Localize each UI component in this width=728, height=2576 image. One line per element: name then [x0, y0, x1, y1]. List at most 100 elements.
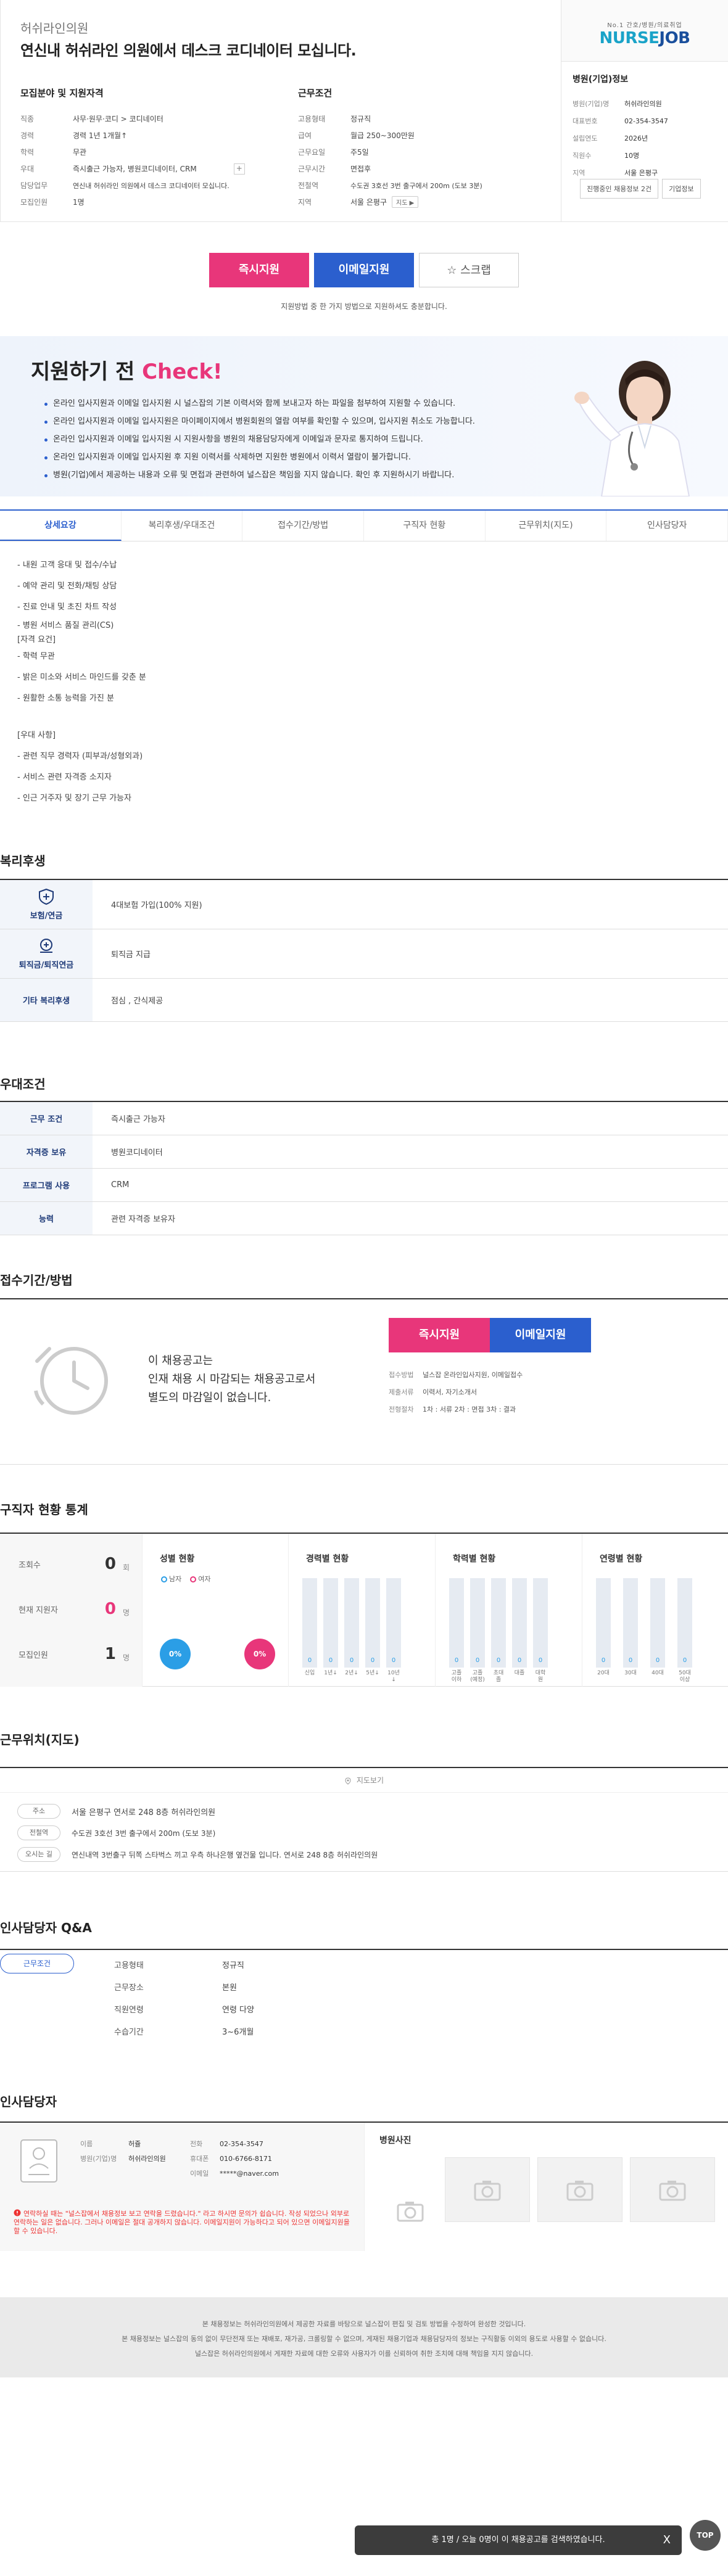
manager-title: 인사담당자 [0, 2094, 57, 2109]
manager-mobile-key: 휴대폰 [190, 2155, 209, 2163]
manager-mobile[interactable]: 010-6766-8171 [220, 2155, 281, 2163]
career-bar: 0 신입 [302, 1578, 317, 1684]
tab-location[interactable]: 근무위치(지도) [486, 511, 607, 541]
apply-area: 즉시지원 이메일지원 ☆ 스크랩 지원방법 중 한 가지 방법으로 지원하셔도 … [0, 237, 728, 318]
stats-section: 조회수 0 회 현재 지원자 0 명 모집인원 1 명 성별 현황 남자 여자 … [0, 1533, 728, 1687]
edu-bar-label: 초대졸 [493, 1670, 504, 1683]
pref-value: 즉시출근 가능자 [111, 1115, 165, 1124]
map-link-button[interactable]: 지도 ▶ [392, 196, 419, 208]
email-apply-button[interactable]: 이메일지원 [490, 1318, 591, 1352]
manager-info: 이름 허쥴 전화 02-354-3547 병원(기업)명 허쉬라인의원 휴대폰 010-67… [0, 2123, 364, 2251]
views-unit: 회 [122, 1563, 130, 1572]
edu-bar: 0 고졸(예정) [470, 1578, 485, 1684]
tab-stats[interactable]: 구직자 현황 [364, 511, 486, 541]
age-bar-value: 0 [601, 1657, 606, 1664]
instant-apply-button[interactable]: 즉시지원 [209, 253, 309, 287]
footer-line: 본 채용정보는 허쉬라인의원에서 제공한 자료를 바탕으로 널스잡이 편집 및 … [202, 2320, 526, 2328]
recruit-info: 모집분야 및 지원자격 직종 사무·원무·코디 > 코디네이터 경력 경력 1년 1… [20, 86, 286, 210]
nursejob-logo[interactable]: No.1 간호/병원/의료취업 NURSEJOB [561, 0, 728, 62]
qa-row: 직원연령 연령 다양 [114, 2003, 254, 2015]
tab-detail[interactable]: 상세요강 [0, 511, 122, 541]
tab-manager[interactable]: 인사담당자 [606, 511, 728, 541]
qa-value: 연령 다양 [222, 2006, 254, 2015]
edu-bar-value: 0 [538, 1657, 543, 1664]
age-bar-label: 50대이상 [679, 1670, 691, 1683]
desc-line: - 원활한 소통 능력을 가진 분 [17, 694, 114, 703]
receive-value: 1차 : 서류 2차 : 면접 3차 : 결과 [423, 1405, 516, 1414]
qa-value: 정규직 [222, 1961, 244, 1970]
job-summary: 허쉬라인의원 연신내 허쉬라인 의원에서 데스크 코디네이터 모십니다. 모집분… [0, 0, 561, 222]
desc-line: - 밝은 미소와 서비스 마인드를 갖춘 분 [17, 673, 146, 682]
desc-line: - 내원 고객 응대 및 접수/수납 [17, 561, 117, 570]
applicants-stat: 현재 지원자 0 명 [19, 1600, 130, 1628]
ongoing-jobs-button[interactable]: 진행중인 채용정보 2건 [580, 179, 659, 199]
job-header: 허쉬라인의원 연신내 허쉬라인 의원에서 데스크 코디네이터 모십니다. 모집분… [0, 0, 728, 222]
edu-bar-value: 0 [517, 1657, 522, 1664]
manager-email[interactable]: *****@naver.com [220, 2170, 281, 2178]
check-list: 온라인 입사지원과 이메일 입사지원 시 널스잡의 기본 이력서와 함께 보내고… [44, 395, 475, 484]
hospital-value: 허쉬라인의원 [624, 100, 662, 108]
career-bar-label: 10년↓ [387, 1670, 400, 1683]
hospital-buttons: 진행중인 채용정보 2건 기업정보 [580, 179, 701, 199]
age-bar-value: 0 [682, 1657, 687, 1664]
page-title: 연신내 허쉬라인 의원에서 데스크 코디네이터 모십니다. [20, 42, 357, 59]
search-count-bar: 총 1명 / 오늘 0명이 이 채용공고를 검색하였습니다. X [355, 2525, 682, 2555]
work-info: 근무조건 고용형태 정규직 급여 월급 250~300만원 근무요일 주5일 근무시간… [298, 86, 551, 210]
recruit-count-label: 모집인원 [19, 1651, 48, 1660]
manager-name: 허쥴 [128, 2140, 141, 2148]
scroll-top-button[interactable]: TOP [690, 2520, 721, 2551]
qa-key: 근무장소 [114, 1983, 144, 1993]
welfare-key: 보험/연금 [0, 880, 93, 929]
desc-line [17, 709, 708, 725]
edu-bar: 0 대졸 [512, 1578, 527, 1684]
check-title-b: Check! [142, 360, 223, 384]
qa-category-button[interactable]: 근무조건 [0, 1954, 74, 1973]
instant-apply-button[interactable]: 즉시지원 [389, 1318, 490, 1352]
recruit-unit: 명 [122, 1653, 130, 1662]
gender-legend: 남자 여자 [161, 1574, 211, 1584]
tab-receive[interactable]: 접수기간/방법 [242, 511, 365, 541]
welfare-table: 보험/연금 4대보험 가입(100% 지원) 퇴직금/퇴직연금 퇴직금 지급 기… [0, 879, 728, 1022]
receive-message: 이 채용공고는 인재 채용 시 마감되는 채용공고로서 별도의 마감일이 없습니… [148, 1352, 315, 1407]
view-map-button[interactable]: 지도보기 [0, 1768, 728, 1793]
qa-title: 인사담당자 Q&A [0, 1920, 92, 1935]
company-info-button[interactable]: 기업정보 [662, 179, 701, 199]
tab-welfare[interactable]: 복리후생/우대조건 [122, 511, 243, 541]
career-bar-label: 1년↓ [324, 1670, 337, 1676]
receive-msg-line: 인재 채용 시 마감되는 채용공고로서 [148, 1373, 316, 1386]
welfare-value: 점심 , 간식제공 [111, 997, 163, 1006]
edu-bar-value: 0 [454, 1657, 459, 1664]
edu-bar: 0 초대졸 [491, 1578, 506, 1684]
recruit-value: 연신내 허쉬라인 의원에서 데스크 코디네이터 모십니다. [73, 181, 230, 190]
pref-title: 우대조건 [0, 1077, 46, 1092]
location-title: 근무위치(지도) [0, 1732, 80, 1747]
work-value: 정규직 [350, 115, 371, 123]
check-item: 온라인 입사지원과 이메일 입사지원은 마이페이지에서 병원회원의 열람 여부를… [44, 413, 475, 430]
search-count-text: 총 1명 / 오늘 0명이 이 채용공고를 검색하였습니다. [431, 2535, 605, 2545]
gender-title: 성별 현황 [160, 1554, 195, 1564]
manager-email-key: 이메일 [190, 2170, 209, 2178]
manager-tel[interactable]: 02-354-3547 [220, 2140, 281, 2148]
scrap-button[interactable]: ☆ 스크랩 [419, 253, 519, 287]
edu-bar-label: 고졸(예정) [470, 1670, 485, 1683]
work-key: 근무시간 [298, 165, 326, 173]
location-value: 수도권 3호선 3번 출구에서 200m (도보 3분) [72, 1829, 216, 1838]
location-row: 주소 서울 은평구 연서로 248 8층 허쉬라인의원 [17, 1804, 215, 1819]
email-apply-button[interactable]: 이메일지원 [314, 253, 414, 287]
expand-button[interactable]: + [233, 163, 245, 175]
stats-summary: 조회수 0 회 현재 지원자 0 명 모집인원 1 명 [0, 1534, 142, 1687]
clinic-name[interactable]: 허쉬라인의원 [20, 19, 88, 36]
receive-key: 전형절차 [389, 1405, 414, 1414]
work-key: 지역 [298, 198, 312, 207]
receive-msg-line: 별도의 마감일이 없습니다. [148, 1391, 271, 1404]
age-bar: 0 40대 [650, 1578, 665, 1684]
welfare-key-label: 퇴직금/퇴직연금 [19, 961, 74, 970]
check-banner: 지원하기 전 Check! 온라인 입사지원과 이메일 입사지원 시 널스잡의 … [0, 336, 728, 496]
close-icon[interactable]: X [663, 2525, 671, 2555]
applicants-label: 현재 지원자 [19, 1606, 58, 1615]
female-label: 여자 [198, 1575, 211, 1583]
views-stat: 조회수 0 회 [19, 1555, 130, 1583]
location-key: 주소 [17, 1804, 60, 1819]
age-bar-value: 0 [628, 1657, 633, 1664]
pref-value: CRM [111, 1180, 130, 1190]
